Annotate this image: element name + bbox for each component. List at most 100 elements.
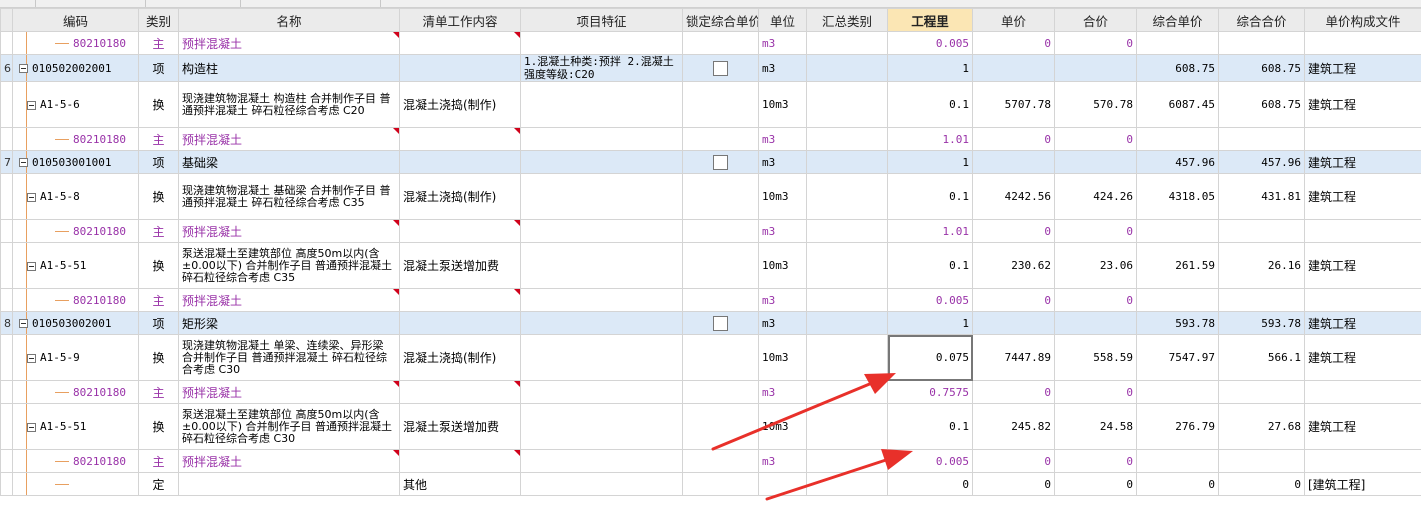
total-cell[interactable]	[1054, 311, 1137, 335]
feature-cell[interactable]: 1.混凝土种类:预拌 2.混凝土强度等级:C20	[520, 54, 683, 82]
quota-row[interactable]: A1-5-9 换 现浇建筑物混凝土 单梁、连续梁、异形梁 合并制作子目 普通预拌混凝…	[0, 334, 1421, 381]
unit-price-cell[interactable]: 4318.05	[1136, 173, 1219, 220]
quantity-cell[interactable]: 1.01	[887, 219, 973, 243]
unit-cell[interactable]: 10m3	[758, 334, 807, 381]
unit-total-cell[interactable]	[1218, 127, 1305, 151]
unit-price-cell[interactable]: 608.75	[1136, 54, 1219, 82]
unit-total-cell[interactable]: 27.68	[1218, 403, 1305, 450]
type-cell[interactable]: 主	[138, 288, 179, 312]
table-row[interactable]: 80210180 主 预拌混凝土 m3 0.005 0 0	[0, 449, 1421, 473]
quantity-cell[interactable]: 0.1	[887, 403, 973, 450]
summary-category-cell[interactable]	[806, 150, 888, 174]
quantity-cell[interactable]: 0.1	[887, 173, 973, 220]
lock-price-checkbox[interactable]	[713, 60, 728, 76]
price-file-cell[interactable]: 建筑工程	[1304, 150, 1421, 174]
unit-price-cell[interactable]: 261.59	[1136, 242, 1219, 289]
unit-total-cell[interactable]	[1218, 449, 1305, 473]
summary-category-cell[interactable]	[806, 173, 888, 220]
feature-cell[interactable]	[520, 242, 683, 289]
lock-price-cell[interactable]	[682, 242, 759, 289]
price-file-cell[interactable]	[1304, 288, 1421, 312]
price-cell[interactable]: 7447.89	[972, 334, 1055, 381]
summary-category-cell[interactable]	[806, 81, 888, 128]
price-cell[interactable]: 5707.78	[972, 81, 1055, 128]
total-cell[interactable]: 570.78	[1054, 81, 1137, 128]
lock-price-checkbox[interactable]	[713, 315, 728, 331]
feature-cell[interactable]	[520, 380, 683, 404]
name-cell[interactable]: 预拌混凝土	[178, 127, 400, 151]
bill-row[interactable]: 6 010502002001 项 构造柱 1.混凝土种类:预拌 2.混凝土强度等级:C2…	[0, 54, 1421, 82]
quantity-cell[interactable]: 0.075	[887, 334, 973, 381]
code-cell[interactable]: 80210180	[12, 449, 139, 473]
name-cell[interactable]: 预拌混凝土	[178, 380, 400, 404]
lock-price-cell[interactable]	[682, 31, 759, 55]
col-header-qty[interactable]: 工程里	[887, 8, 973, 32]
col-header-summary[interactable]: 汇总类别	[806, 8, 888, 32]
col-header-price[interactable]: 单价	[972, 8, 1055, 32]
collapse-toggle-icon[interactable]	[19, 64, 28, 73]
name-cell[interactable]: 预拌混凝土	[178, 288, 400, 312]
col-header-unit-total[interactable]: 综合合价	[1218, 8, 1305, 32]
table-row[interactable]: 80210180 主 预拌混凝土 m3 1.01 0 0	[0, 127, 1421, 151]
table-row[interactable]: 80210180 主 预拌混凝土 m3 0.7575 0 0	[0, 380, 1421, 404]
table-row[interactable]: 80210180 主 预拌混凝土 m3 0.005 0 0	[0, 288, 1421, 312]
collapse-toggle-icon[interactable]	[19, 319, 28, 328]
content-cell[interactable]: 混凝土泵送增加费	[399, 403, 521, 450]
feature-cell[interactable]	[520, 31, 683, 55]
quantity-cell[interactable]: 0.1	[887, 81, 973, 128]
feature-cell[interactable]	[520, 127, 683, 151]
feature-cell[interactable]	[520, 449, 683, 473]
code-cell[interactable]: 80210180	[12, 219, 139, 243]
total-cell[interactable]: 0	[1054, 380, 1137, 404]
name-cell[interactable]: 预拌混凝土	[178, 449, 400, 473]
type-cell[interactable]: 定	[138, 472, 179, 496]
total-cell[interactable]: 0	[1054, 31, 1137, 55]
code-cell[interactable]	[12, 472, 139, 496]
type-cell[interactable]: 换	[138, 334, 179, 381]
content-cell[interactable]	[399, 54, 521, 82]
unit-price-cell[interactable]	[1136, 31, 1219, 55]
col-header-gutter[interactable]	[0, 8, 13, 32]
quantity-cell[interactable]: 0.1	[887, 242, 973, 289]
total-cell[interactable]: 558.59	[1054, 334, 1137, 381]
feature-cell[interactable]	[520, 403, 683, 450]
unit-cell[interactable]: m3	[758, 380, 807, 404]
name-cell[interactable]: 泵送混凝土至建筑部位 高度50m以内(含±0.00以下) 合并制作子目 普通预拌…	[178, 403, 400, 450]
unit-price-cell[interactable]: 6087.45	[1136, 81, 1219, 128]
unit-price-cell[interactable]	[1136, 380, 1219, 404]
code-cell[interactable]: 80210180	[12, 31, 139, 55]
lock-price-cell[interactable]	[682, 403, 759, 450]
price-cell[interactable]: 230.62	[972, 242, 1055, 289]
price-cell[interactable]: 4242.56	[972, 173, 1055, 220]
feature-cell[interactable]	[520, 219, 683, 243]
price-file-cell[interactable]: 建筑工程	[1304, 242, 1421, 289]
table-row[interactable]: 定 其他 0 0 0 0 0 [建筑工程]	[0, 472, 1421, 496]
quantity-cell[interactable]: 0.7575	[887, 380, 973, 404]
col-header-total[interactable]: 合价	[1054, 8, 1137, 32]
lock-price-cell[interactable]	[682, 81, 759, 128]
lock-price-cell[interactable]	[682, 127, 759, 151]
total-cell[interactable]	[1054, 150, 1137, 174]
content-cell[interactable]: 混凝土浇捣(制作)	[399, 173, 521, 220]
content-cell[interactable]	[399, 127, 521, 151]
content-cell[interactable]: 混凝土浇捣(制作)	[399, 334, 521, 381]
quantity-cell[interactable]: 0	[887, 472, 973, 496]
price-cell[interactable]	[972, 150, 1055, 174]
total-cell[interactable]: 424.26	[1054, 173, 1137, 220]
summary-category-cell[interactable]	[806, 288, 888, 312]
unit-price-cell[interactable]: 457.96	[1136, 150, 1219, 174]
name-cell[interactable]: 预拌混凝土	[178, 219, 400, 243]
price-cell[interactable]: 0	[972, 127, 1055, 151]
feature-cell[interactable]	[520, 311, 683, 335]
price-cell[interactable]: 0	[972, 288, 1055, 312]
name-cell[interactable]: 预拌混凝土	[178, 31, 400, 55]
col-header-unit[interactable]: 单位	[758, 8, 807, 32]
col-header-lock[interactable]: 锁定综合单价	[682, 8, 759, 32]
price-file-cell[interactable]	[1304, 380, 1421, 404]
price-file-cell[interactable]: 建筑工程	[1304, 334, 1421, 381]
col-header-content[interactable]: 清单工作内容	[399, 8, 521, 32]
summary-category-cell[interactable]	[806, 311, 888, 335]
col-header-code[interactable]: 编码	[12, 8, 139, 32]
content-cell[interactable]	[399, 311, 521, 335]
collapse-toggle-icon[interactable]	[19, 158, 28, 167]
